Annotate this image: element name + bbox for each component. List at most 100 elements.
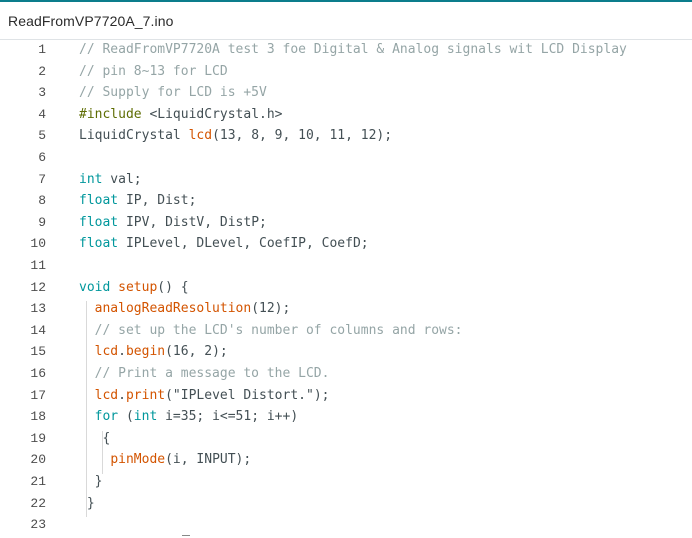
code-line[interactable]: 16 // Print a message to the LCD. (0, 364, 692, 386)
line-number: 9 (38, 214, 46, 230)
code-line[interactable]: 3 // Supply for LCD is +5V (0, 83, 692, 105)
code-text: } (79, 474, 103, 489)
code-token: // Print a message to the LCD. (79, 366, 330, 381)
line-number: 20 (30, 452, 46, 468)
code-line[interactable]: 1 // ReadFromVP7720A test 3 foe Digital &… (0, 40, 692, 62)
code-line[interactable]: 19 { (0, 429, 692, 451)
line-number: 15 (30, 344, 46, 360)
code-token: (12); (251, 301, 291, 317)
line-number: 7 (38, 171, 46, 187)
code-line[interactable]: 17 lcd.print("IPLevel Distort."); (0, 386, 692, 408)
code-token: // pin 8~13 for LCD (79, 63, 228, 79)
line-number: 22 (30, 495, 46, 511)
code-token: LiquidCrystal (79, 128, 189, 144)
code-text: // Print a message to the LCD. (79, 366, 330, 381)
line-number: 16 (30, 366, 46, 381)
tab-bar: ReadFromVP7720A_7.ino (0, 0, 692, 40)
code-line[interactable]: 5 LiquidCrystal lcd(13, 8, 9, 10, 11, 12)… (0, 126, 692, 148)
code-text: lcd.begin(16, 2); (79, 344, 228, 359)
code-text: int val; (79, 172, 142, 187)
code-text: analogReadResolution(12); (79, 301, 291, 317)
code-text: // ReadFromVP7720A test 3 foe Digital & … (79, 42, 627, 57)
line-number: 12 (30, 279, 46, 295)
indent-guide (86, 301, 87, 518)
code-token: // set up the LCD's number of columns an… (79, 322, 463, 338)
code-text: float IPLevel, DLevel, CoefIP, CoefD; (79, 236, 369, 251)
code-token: float (79, 236, 119, 252)
line-number: 3 (38, 85, 46, 101)
code-token: lcd (94, 387, 119, 403)
code-line[interactable]: 4 #include <LiquidCrystal.h> (0, 105, 692, 127)
code-token: () { (157, 279, 189, 295)
code-token: float (79, 214, 119, 230)
indent-guide (102, 430, 103, 474)
code-token: } (79, 474, 103, 489)
code-token: #include (79, 106, 142, 122)
line-number: 10 (30, 236, 46, 252)
code-token: void (79, 279, 111, 295)
code-token: pinMode (110, 452, 166, 468)
code-line[interactable]: 12 void setup() { (0, 278, 692, 300)
code-line[interactable]: 21 } (0, 472, 692, 494)
code-token: i=35; i<=51; i++) (157, 409, 299, 425)
line-number: 2 (38, 63, 46, 79)
line-number: 14 (30, 322, 46, 338)
code-text: // Supply for LCD is +5V (79, 85, 267, 100)
code-line[interactable]: 8 float IP, Dist; (0, 191, 692, 213)
code-token: . (118, 387, 126, 403)
code-token: float (79, 193, 119, 209)
code-token: ("IPLevel Distort."); (165, 387, 330, 403)
line-number: 8 (38, 193, 46, 209)
code-text: { (79, 431, 110, 446)
code-token: int (79, 171, 103, 187)
code-token: val; (102, 171, 142, 187)
code-text: void setup() { (79, 280, 189, 295)
line-number: 18 (30, 409, 46, 425)
code-line[interactable]: 15 lcd.begin(16, 2); (0, 342, 692, 364)
line-number: 5 (38, 128, 46, 144)
line-number: 6 (38, 150, 46, 165)
code-token: // Supply for LCD is +5V (79, 85, 267, 101)
line-number: 21 (30, 474, 46, 489)
code-line[interactable]: 20 pinMode(i, INPUT); (0, 450, 692, 472)
code-text: LiquidCrystal lcd(13, 8, 9, 10, 11, 12); (79, 128, 392, 143)
code-editor[interactable]: 1 // ReadFromVP7720A test 3 foe Digital &… (0, 40, 692, 538)
code-token: ( (118, 409, 134, 425)
code-text: #include <LiquidCrystal.h> (79, 107, 283, 122)
code-line[interactable]: 9 float IPV, DistV, DistP; (0, 213, 692, 235)
line-number: 19 (30, 430, 46, 446)
code-token: for (94, 409, 119, 425)
code-token: (13, 8, 9, 10, 11, 12); (212, 128, 393, 144)
code-line[interactable]: 10 float IPLevel, DLevel, CoefIP, CoefD; (0, 234, 692, 256)
tab-accent-stripe (193, 0, 692, 2)
code-line[interactable]: 23 (0, 515, 692, 537)
code-line[interactable]: 22 } (0, 494, 692, 516)
line-number: 11 (30, 258, 46, 273)
file-tab[interactable]: ReadFromVP7720A_7.ino (0, 0, 193, 39)
code-line[interactable]: 18 for (int i=35; i<=51; i++) (0, 407, 692, 429)
code-line[interactable]: 6 (0, 148, 692, 170)
code-token: analogReadResolution (94, 301, 252, 317)
code-text: float IP, Dist; (79, 193, 196, 208)
line-number: 17 (30, 387, 46, 403)
scroll-marker (182, 535, 190, 536)
code-token: // ReadFromVP7720A test 3 foe Digital & … (79, 42, 627, 57)
code-text: // set up the LCD's number of columns an… (79, 323, 463, 338)
code-text: for (int i=35; i<=51; i++) (79, 409, 299, 425)
code-text: lcd.print("IPLevel Distort."); (79, 387, 330, 403)
code-token: IPLevel, DLevel, CoefIP, CoefD; (118, 236, 369, 252)
code-line[interactable]: 13 analogReadResolution(12); (0, 299, 692, 321)
file-tab-label: ReadFromVP7720A_7.ino (8, 13, 174, 29)
line-number: 23 (30, 517, 46, 533)
code-token: (i, INPUT); (165, 452, 252, 468)
code-line[interactable]: 7 int val; (0, 170, 692, 192)
line-number: 4 (38, 106, 46, 122)
code-text: pinMode(i, INPUT); (79, 452, 251, 467)
code-line[interactable]: 2 // pin 8~13 for LCD (0, 62, 692, 84)
code-line[interactable]: 14 // set up the LCD's number of columns… (0, 321, 692, 343)
code-line[interactable]: 11 (0, 256, 692, 278)
code-token: begin (125, 344, 166, 360)
code-token: <LiquidCrystal.h> (141, 106, 283, 122)
code-text: float IPV, DistV, DistP; (79, 215, 267, 230)
